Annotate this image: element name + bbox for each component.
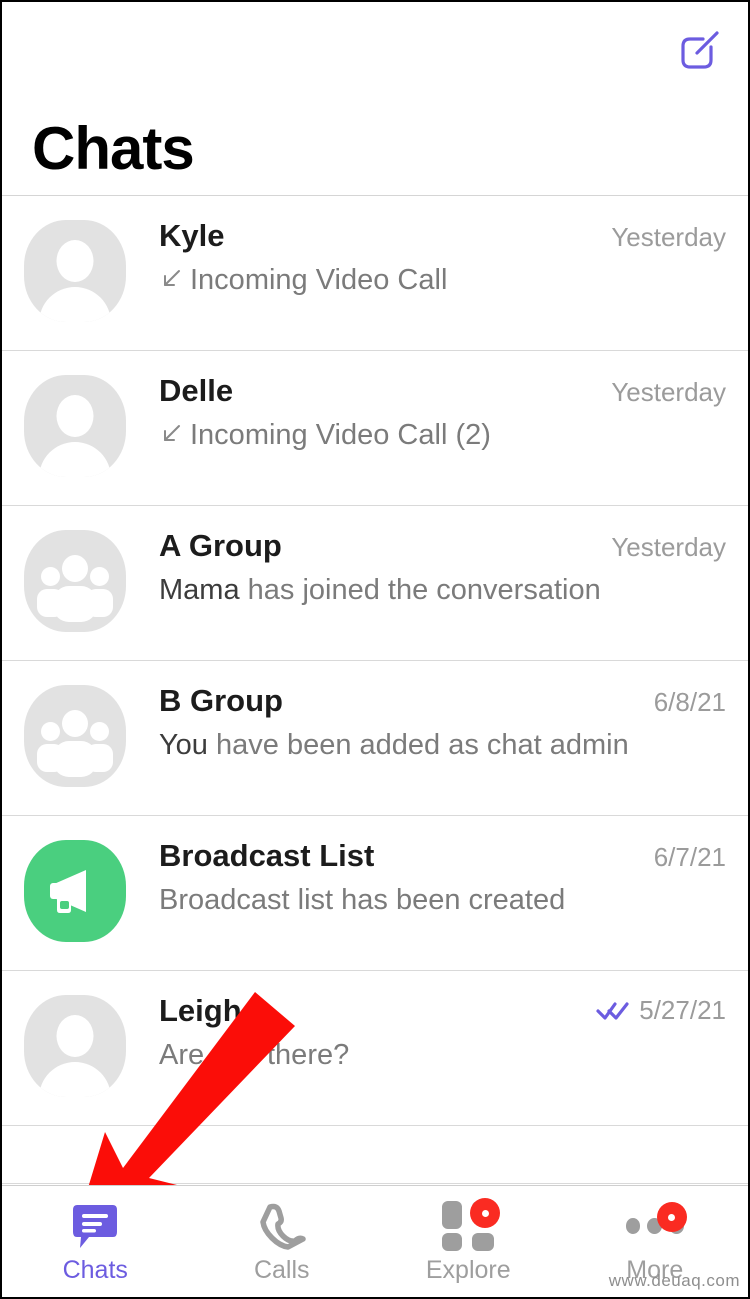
chat-preview: Incoming Video Call (2) [159, 417, 629, 456]
tab-calls[interactable]: Calls [189, 1186, 376, 1297]
chat-row[interactable]: B Group 6/8/21 You have been added as ch… [2, 661, 748, 816]
notification-badge [470, 1198, 501, 1228]
chat-preview-text: Broadcast list has been created [159, 883, 566, 916]
chat-time: 5/27/21 [639, 994, 726, 1025]
chat-meta: 6/8/21 [642, 687, 726, 718]
chat-name: Leigh [159, 993, 242, 1028]
notification-badge [656, 1202, 687, 1232]
compose-button[interactable] [674, 24, 726, 76]
chat-meta: 6/7/21 [642, 842, 726, 873]
tab-explore[interactable]: Explore [375, 1186, 562, 1297]
watermark: www.deuaq.com [608, 1271, 740, 1290]
chat-preview: Broadcast list has been created [159, 882, 629, 919]
broadcast-avatar-icon [24, 840, 126, 942]
avatar [24, 685, 126, 787]
avatar [24, 220, 126, 322]
chat-preview: You have been added as chat admin [159, 727, 629, 764]
compose-icon [681, 31, 719, 69]
tab-label: Chats [62, 1256, 128, 1284]
avatar [24, 995, 126, 1097]
chat-row[interactable]: Leigh 5/27/21 Are you there? [2, 971, 748, 1126]
chat-name: Kyle [159, 218, 225, 253]
chat-preview-text: Incoming Video Call [190, 263, 448, 296]
chat-name: Delle [159, 373, 234, 408]
page-title: Chats [32, 115, 195, 182]
chat-row-partial[interactable] [2, 1126, 748, 1184]
chat-name: B Group [159, 683, 283, 718]
tab-label: Explore [425, 1256, 511, 1284]
avatar [24, 530, 126, 632]
chat-time: Yesterday [611, 377, 726, 407]
chat-preview: Mama has joined the conversation [159, 572, 629, 609]
chat-row[interactable]: Delle Yesterday Incoming Video Call (2) [2, 351, 748, 506]
avatar [24, 840, 126, 942]
chat-name: Broadcast List [159, 838, 375, 873]
grid-icon [438, 1198, 501, 1252]
chat-time: 6/8/21 [653, 687, 726, 717]
chat-time: 6/7/21 [653, 842, 726, 872]
group-avatar-icon [24, 685, 126, 787]
chat-row[interactable]: Kyle Yesterday Incoming Video Call [2, 196, 748, 351]
double-check-icon [596, 999, 630, 1021]
header: Chats [2, 2, 748, 196]
incoming-call-arrow-icon [159, 264, 183, 301]
chat-preview: Incoming Video Call [159, 262, 629, 301]
tab-label: Calls [253, 1256, 310, 1284]
incoming-call-arrow-icon [159, 419, 183, 456]
chat-preview-text: has joined the conversation [247, 573, 601, 606]
chat-list: Kyle Yesterday Incoming Video Call Delle… [2, 196, 748, 1184]
chat-preview-subject: Mama [159, 573, 240, 606]
tab-chats[interactable]: Chats [2, 1186, 189, 1297]
chat-row-body: Leigh 5/27/21 Are you there? [126, 989, 726, 1074]
chat-row-body: A Group Yesterday Mama has joined the co… [126, 524, 726, 609]
person-avatar-icon [24, 375, 126, 477]
chat-preview-text: Incoming Video Call (2) [190, 418, 491, 451]
chat-row-body: B Group 6/8/21 You have been added as ch… [126, 679, 726, 764]
group-avatar-icon [24, 530, 126, 632]
chat-row-body: Broadcast List 6/7/21 Broadcast list has… [126, 834, 726, 919]
person-avatar-icon [24, 220, 126, 322]
chat-preview: Are you there? [159, 1037, 629, 1074]
chat-preview-subject: You [159, 728, 208, 761]
chat-time: Yesterday [611, 532, 726, 562]
avatar [24, 375, 126, 477]
person-avatar-icon [24, 995, 126, 1097]
chat-row-body: Delle Yesterday Incoming Video Call (2) [126, 369, 726, 456]
chat-name: A Group [159, 528, 282, 563]
chat-preview-text: Are you there? [159, 1038, 350, 1071]
ellipsis-icon [625, 1200, 687, 1252]
phone-icon [252, 1200, 312, 1252]
chat-meta: Yesterday [599, 222, 726, 253]
chat-preview-text: have been added as chat admin [216, 728, 629, 761]
chat-row-body: Kyle Yesterday Incoming Video Call [126, 214, 726, 301]
chat-meta: Yesterday [599, 377, 726, 408]
chat-row[interactable]: Broadcast List 6/7/21 Broadcast list has… [2, 816, 748, 971]
chat-meta: 5/27/21 [584, 995, 726, 1026]
chat-time: Yesterday [611, 222, 726, 252]
app-screen: Chats Kyle Yesterday Incoming Video Call… [0, 0, 750, 1299]
chat-row[interactable]: A Group Yesterday Mama has joined the co… [2, 506, 748, 661]
chat-meta: Yesterday [599, 532, 726, 563]
chat-bubble-icon [65, 1200, 125, 1252]
